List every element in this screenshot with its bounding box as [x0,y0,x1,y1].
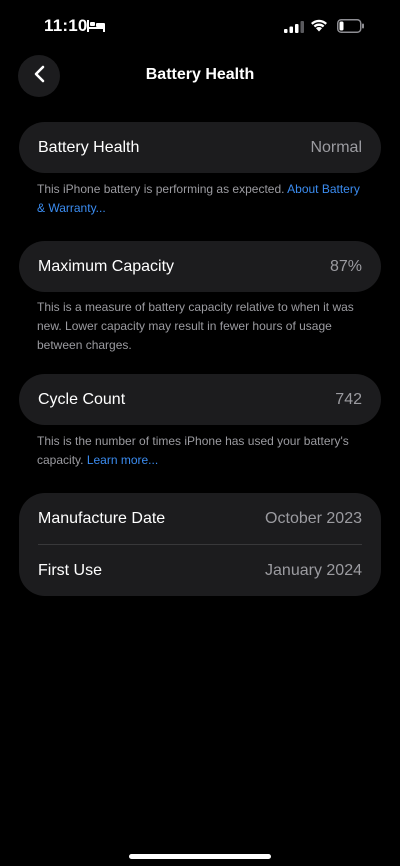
maximum-capacity-note-text: This is a measure of battery capacity re… [37,300,354,352]
maximum-capacity-row: Maximum Capacity 87% [19,241,381,292]
maximum-capacity-value: 87% [329,257,362,275]
maximum-capacity-note: This is a measure of battery capacity re… [37,298,367,355]
cycle-count-label: Cycle Count [38,390,126,408]
first-use-value: January 2024 [265,561,362,579]
home-indicator[interactable] [129,854,271,859]
battery-health-row: Battery Health Normal [19,122,381,173]
manufacture-date-label: Manufacture Date [38,509,166,527]
cellular-signal-icon [284,20,304,38]
page-title: Battery Health [145,66,255,83]
cycle-count-row: Cycle Count 742 [19,374,381,425]
first-use-row: First Use January 2024 [19,545,381,596]
cycle-count-note: This is the number of times iPhone has u… [37,432,367,470]
battery-health-note: This iPhone battery is performing as exp… [37,180,367,218]
status-time: 11:10 [44,16,88,35]
manufacture-date-value: October 2023 [265,509,362,527]
cycle-count-note-text: This is the number of times iPhone has u… [37,434,349,467]
cycle-count-value: 742 [335,390,362,408]
first-use-label: First Use [38,561,102,579]
battery-health-label: Battery Health [38,138,140,156]
bed-icon [87,19,105,37]
status-bar: 11:10 [0,0,400,50]
battery-low-icon [337,19,365,38]
manufacture-date-row: Manufacture Date October 2023 [19,493,381,544]
maximum-capacity-label: Maximum Capacity [38,257,175,275]
learn-more-link[interactable]: Learn more... [87,453,158,467]
battery-health-note-text: This iPhone battery is performing as exp… [37,182,285,196]
wifi-icon [309,18,329,37]
dates-card: Manufacture Date October 2023 First Use … [19,493,381,596]
battery-health-value: Normal [310,138,362,156]
